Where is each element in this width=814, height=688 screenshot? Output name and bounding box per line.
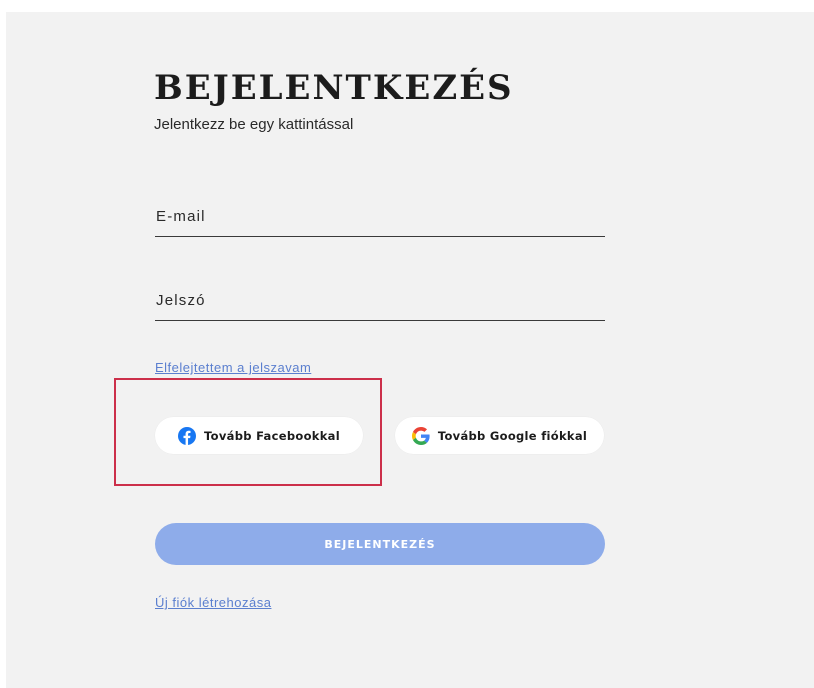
password-field (155, 280, 606, 321)
login-panel: BEJELENTKEZÉS Jelentkezz be egy kattintá… (6, 12, 814, 688)
highlight-box (114, 378, 382, 486)
login-submit-button[interactable]: BEJELENTKEZÉS (155, 523, 605, 565)
forgot-password-link[interactable]: Elfelejtettem a jelszavam (155, 360, 311, 375)
google-login-button[interactable]: Tovább Google fiókkal (395, 417, 604, 454)
email-input[interactable] (155, 196, 606, 236)
password-input[interactable] (155, 280, 606, 320)
page-subtitle: Jelentkezz be egy kattintással (154, 116, 354, 133)
email-field (155, 196, 606, 237)
google-icon (411, 426, 430, 445)
page-title: BEJELENTKEZÉS (154, 68, 514, 108)
google-button-label: Tovább Google fiókkal (437, 428, 588, 443)
register-link[interactable]: Új fiók létrehozása (155, 595, 271, 610)
